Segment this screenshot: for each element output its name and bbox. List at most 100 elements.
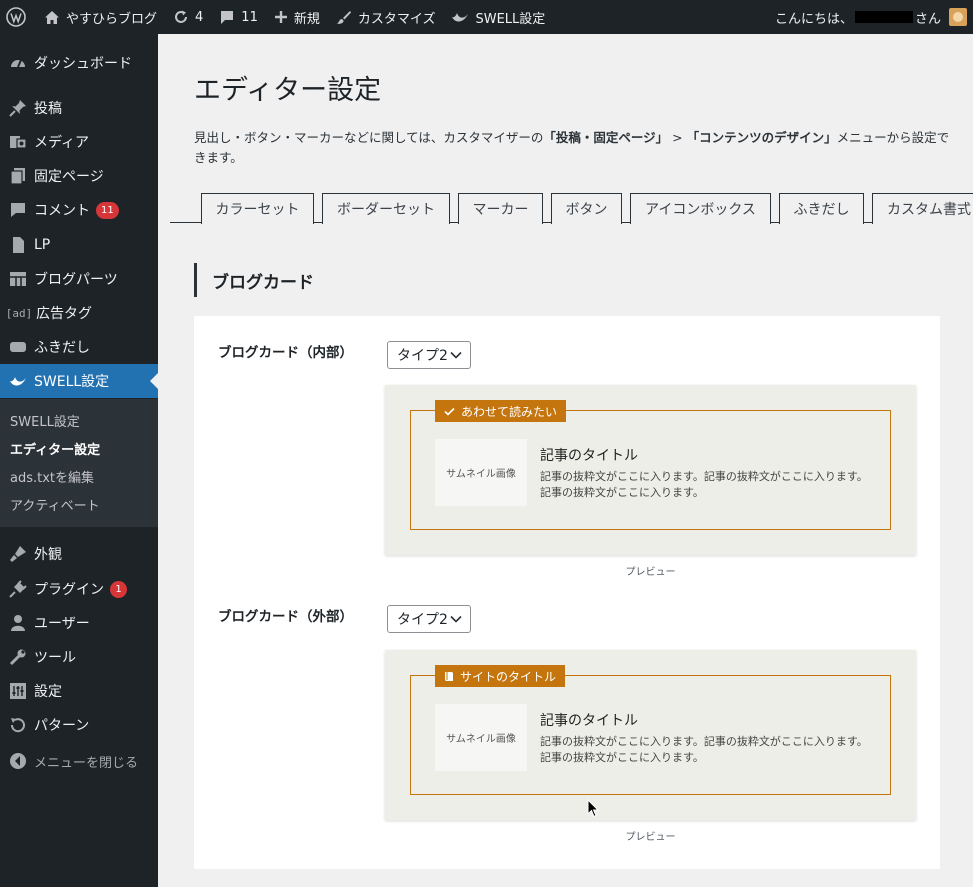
swell-icon <box>8 371 28 391</box>
preview-caption: プレビュー <box>625 567 676 578</box>
sidebar-item-swell-settings[interactable]: SWELL設定 <box>0 364 158 398</box>
wrench-icon <box>8 647 28 667</box>
swell-settings-link[interactable]: SWELL設定 <box>443 0 553 34</box>
thumbnail-placeholder: サムネイル画像 <box>435 439 527 506</box>
sidebar-item-label: ユーザー <box>34 616 90 632</box>
tab-color-set[interactable]: カラーセット <box>201 193 314 224</box>
customize-label: カスタマイズ <box>357 11 436 27</box>
sidebar-item-blog-parts[interactable]: ブログパーツ <box>0 262 158 296</box>
plus-icon <box>274 10 288 24</box>
greeting-suffix: さん <box>914 11 941 27</box>
sidebar-item-settings[interactable]: 設定 <box>0 674 158 708</box>
sidebar-item-appearance[interactable]: 外観 <box>0 537 158 571</box>
home-icon <box>44 10 60 25</box>
media-icon <box>8 132 28 152</box>
sidebar-item-label: メディア <box>34 135 90 151</box>
settings-icon <box>8 681 28 701</box>
admin-bar: やすひらブログ 4 11 新規 カスタマイズ SWELL設定 こんにちは、 さん <box>0 0 973 34</box>
sidebar-item-comments[interactable]: コメント 11 <box>0 193 158 227</box>
tab-marker[interactable]: マーカー <box>458 193 543 224</box>
swell-label: SWELL設定 <box>475 11 546 27</box>
sidebar-item-posts[interactable]: 投稿 <box>0 91 158 125</box>
tab-icon-box[interactable]: アイコンボックス <box>630 193 771 224</box>
card-caption: サイトのタイトル <box>435 665 566 687</box>
desc-text: 見出し・ボタン・マーカーなどに関しては、カスタマイザーの <box>194 130 544 145</box>
customize-link[interactable]: カスタマイズ <box>328 0 444 34</box>
updates-count: 4 <box>195 9 204 25</box>
sidebar-item-tools[interactable]: ツール <box>0 640 158 674</box>
new-content-link[interactable]: 新規 <box>266 0 328 34</box>
comments-badge: 11 <box>96 201 119 219</box>
grid-icon <box>8 269 28 289</box>
admin-sidebar: ダッシュボード 投稿 メディア 固定ページ コメント 11 LP ブログパーツ … <box>0 34 158 887</box>
chevron-down-icon <box>450 351 462 359</box>
collapse-icon <box>8 751 28 771</box>
blog-card: あわせて読みたい サムネイル画像 記事のタイトル 記事の抜粋文がここに入ります。… <box>410 400 891 530</box>
tab-button[interactable]: ボタン <box>551 193 622 224</box>
desc-separator: > <box>668 130 687 145</box>
collapse-menu-button[interactable]: メニューを閉じる <box>0 744 158 778</box>
caption-text: あわせて読みたい <box>461 404 558 419</box>
submenu-item-ads-txt[interactable]: ads.txtを編集 <box>10 467 94 486</box>
sidebar-item-patterns[interactable]: パターン <box>0 708 158 742</box>
swell-icon <box>451 10 469 24</box>
desc-bold-content-design: 「コンテンツのデザイン」 <box>686 130 837 145</box>
sidebar-item-label: LP <box>34 237 51 253</box>
my-account-link[interactable]: こんにちは、 さん <box>767 0 973 34</box>
site-name: やすひらブログ <box>66 11 158 27</box>
tab-custom-format[interactable]: カスタム書式 <box>872 193 973 224</box>
updates-link[interactable]: 4 <box>165 0 211 34</box>
page-title: エディター設定 <box>194 75 382 106</box>
card-excerpt: 記事の抜粋文がここに入ります。記事の抜粋文がここに入ります。記事の抜粋文がここに… <box>540 470 868 499</box>
tab-border-set[interactable]: ボーダーセット <box>322 193 450 224</box>
sidebar-item-users[interactable]: ユーザー <box>0 606 158 640</box>
sidebar-item-label: 外観 <box>34 547 62 563</box>
pattern-icon <box>8 715 28 735</box>
sidebar-item-pages[interactable]: 固定ページ <box>0 159 158 193</box>
external-card-label: ブログカード（外部） <box>218 609 353 625</box>
sidebar-item-balloons[interactable]: ふきだし <box>0 330 158 364</box>
sidebar-item-label: ブログパーツ <box>34 272 118 288</box>
brush-icon <box>8 544 28 564</box>
comments-count: 11 <box>241 9 258 25</box>
submenu-item-editor-settings[interactable]: エディター設定 <box>10 439 100 458</box>
wordpress-logo-button[interactable] <box>0 0 36 34</box>
internal-card-type-select[interactable]: タイプ2 <box>387 341 471 369</box>
swell-submenu: SWELL設定 エディター設定 ads.txtを編集 アクティベート <box>0 399 158 527</box>
sidebar-item-plugins[interactable]: プラグイン 1 <box>0 572 158 606</box>
comments-link[interactable]: 11 <box>211 0 266 34</box>
sidebar-item-media[interactable]: メディア <box>0 125 158 159</box>
sidebar-item-label: パターン <box>34 718 90 734</box>
comment-icon <box>8 200 28 220</box>
card-excerpt: 記事の抜粋文がここに入ります。記事の抜粋文がここに入ります。記事の抜粋文がここに… <box>540 735 868 764</box>
site-name-link[interactable]: やすひらブログ <box>36 0 165 34</box>
sidebar-item-label: 設定 <box>34 684 62 700</box>
submenu-item-activate[interactable]: アクティベート <box>10 495 100 514</box>
tab-balloon[interactable]: ふきだし <box>779 193 864 224</box>
card-title: 記事のタイトル <box>540 713 638 729</box>
page-icon <box>8 166 28 186</box>
card-caption: あわせて読みたい <box>435 400 567 422</box>
select-value: タイプ2 <box>397 348 448 364</box>
sidebar-item-ad-tags[interactable]: [ad] 広告タグ <box>0 296 158 330</box>
plugin-icon <box>8 579 28 599</box>
pin-icon <box>8 98 28 118</box>
sidebar-item-label: 投稿 <box>34 101 62 117</box>
sidebar-item-label: 広告タグ <box>36 306 92 322</box>
external-card-preview: サイトのタイトル サムネイル画像 記事のタイトル 記事の抜粋文がここに入ります。… <box>385 650 916 820</box>
settings-tabs: カラーセット ボーダーセット マーカー ボタン アイコンボックス ふきだし カス… <box>170 192 973 224</box>
thumbnail-placeholder: サムネイル画像 <box>435 704 527 771</box>
sidebar-item-lp[interactable]: LP <box>0 228 158 262</box>
sidebar-item-label: ダッシュボード <box>34 56 132 72</box>
document-icon <box>8 235 28 255</box>
section-title-blog-card: ブログカード <box>194 263 314 297</box>
sidebar-item-dashboard[interactable]: ダッシュボード <box>0 46 158 80</box>
book-icon <box>445 671 453 681</box>
caption-text: サイトのタイトル <box>460 669 557 684</box>
external-card-type-select[interactable]: タイプ2 <box>387 605 471 633</box>
avatar <box>949 8 967 26</box>
desc-bold-posts: 「投稿・固定ページ」 <box>543 130 669 145</box>
dashboard-icon <box>8 53 28 73</box>
collapse-menu-label: メニューを閉じる <box>34 755 139 771</box>
submenu-item-swell-settings[interactable]: SWELL設定 <box>10 411 80 430</box>
